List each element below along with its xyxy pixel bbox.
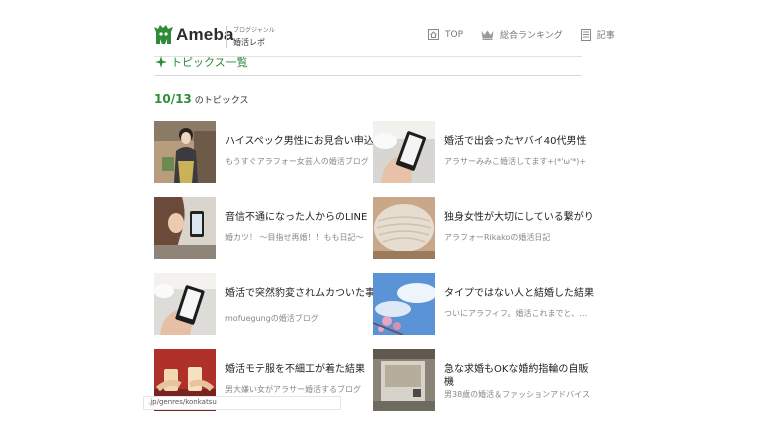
topic-thumbnail[interactable]: [373, 349, 435, 411]
topic-blog-name[interactable]: mofuegungの婚活ブログ: [225, 313, 371, 324]
crown-icon: [481, 30, 494, 40]
topic-item[interactable]: 婚活で出会ったヤバイ40代男性 アラサーみみこ婚活してます+(*'ω'*)+: [373, 121, 587, 183]
home-icon: [428, 29, 439, 40]
section-divider: [154, 75, 582, 76]
date-suffix: のトピックス: [194, 96, 249, 106]
site-header: Ameba ブログジャンル 婚活レポ TOP 総合ランキング 記事: [154, 22, 616, 56]
topic-title[interactable]: ハイスペック男性にお見合い申込: [225, 135, 375, 148]
topic-blog-name[interactable]: 男38歳の婚活＆ファッションアドバイス: [444, 389, 590, 400]
nav-top-label: TOP: [445, 29, 464, 40]
ameba-logo[interactable]: Ameba: [154, 24, 234, 46]
topic-blog-name[interactable]: ついにアラフィフ。婚活これまでと、これから: [444, 308, 590, 319]
topic-item[interactable]: ハイスペック男性にお見合い申込 もうすぐアラフォー女芸人の婚活ブログ: [154, 121, 374, 183]
topic-thumbnail[interactable]: [373, 121, 435, 183]
document-icon: [580, 28, 591, 41]
topic-blog-name[interactable]: アラフォーRikakoの婚活日記: [444, 232, 590, 243]
topic-blog-name[interactable]: 男大嫌い女がアラサー婚活するブログ: [225, 384, 371, 395]
ameba-mascot-icon: [154, 25, 173, 44]
topic-thumbnail[interactable]: [154, 121, 216, 183]
topic-item[interactable]: 急な求婚もOKな婚約指輪の自販機 男38歳の婚活＆ファッションアドバイス: [373, 349, 590, 411]
topic-title[interactable]: 婚活で突然豹変されムカついた事: [225, 287, 375, 300]
topic-blog-name[interactable]: 婚カツ！ 〜目指せ再婚！！もも日記〜: [225, 232, 371, 243]
genre-label-main: 婚活レポ: [233, 38, 265, 47]
topic-title[interactable]: 急な求婚もOKな婚約指輪の自販機: [444, 363, 594, 389]
topic-title[interactable]: 独身女性が大切にしている繋がり: [444, 211, 594, 224]
topic-item[interactable]: 婚活で突然豹変されムカついた事 mofuegungの婚活ブログ: [154, 273, 375, 335]
topic-blog-name[interactable]: アラサーみみこ婚活してます+(*'ω'*)+: [444, 156, 590, 167]
topic-title[interactable]: 音信不通になった人からのLINE: [225, 211, 375, 224]
topic-thumbnail[interactable]: [373, 273, 435, 335]
topic-item[interactable]: タイプではない人と結婚した結果 ついにアラフィフ。婚活これまでと、これから: [373, 273, 594, 335]
genre-label-small: ブログジャンル: [233, 27, 275, 34]
topics-list-title: トピックス一覧: [171, 56, 248, 69]
topic-title[interactable]: 婚活で出会ったヤバイ40代男性: [444, 135, 594, 148]
nav-overall-ranking[interactable]: 総合ランキング: [481, 28, 563, 41]
topic-thumbnail[interactable]: [373, 197, 435, 259]
date-number: 10/13: [154, 92, 192, 106]
genre-label[interactable]: ブログジャンル 婚活レポ: [226, 26, 275, 48]
nav-overall-ranking-label: 総合ランキング: [500, 31, 563, 41]
topic-title[interactable]: 婚活モテ服を不細工が着た結果: [225, 363, 375, 376]
header-nav: TOP 総合ランキング 記事ランキング: [428, 22, 616, 56]
nav-top[interactable]: TOP: [428, 29, 463, 40]
status-bar-url: .jp/genres/konkatsu: [143, 396, 341, 410]
nav-article-ranking[interactable]: 記事ランキング: [580, 28, 616, 41]
topic-thumbnail[interactable]: [154, 197, 216, 259]
topic-title[interactable]: タイプではない人と結婚した結果: [444, 287, 594, 300]
date-heading: 10/13 のトピックス: [154, 92, 249, 106]
topics-list-link[interactable]: トピックス一覧: [155, 54, 248, 70]
sparkle-icon: [155, 56, 167, 68]
topic-blog-name[interactable]: もうすぐアラフォー女芸人の婚活ブログ: [225, 156, 371, 167]
nav-article-ranking-label: 記事ランキング: [596, 31, 616, 41]
topic-thumbnail[interactable]: [154, 273, 216, 335]
topic-item[interactable]: 独身女性が大切にしている繋がり アラフォーRikakoの婚活日記: [373, 197, 594, 259]
topic-item[interactable]: 音信不通になった人からのLINE 婚カツ！ 〜目指せ再婚！！もも日記〜: [154, 197, 367, 259]
